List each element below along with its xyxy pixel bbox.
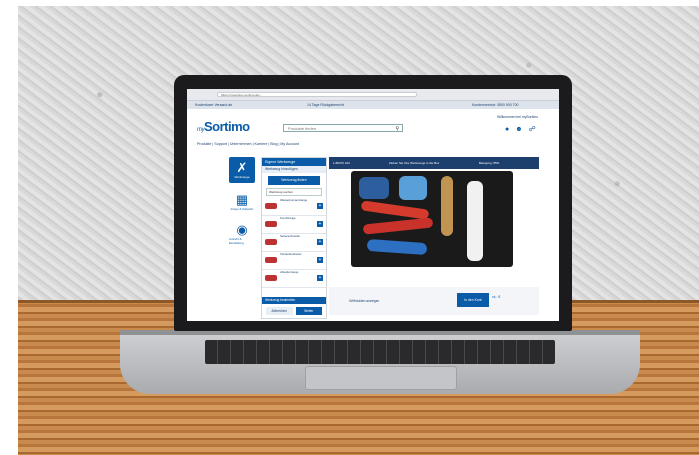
- laptop-trackpad: [305, 366, 457, 390]
- tool-label: Abisolierzange: [280, 270, 299, 274]
- topbar-right: Kundenservice: 0800 900 700: [472, 103, 519, 107]
- list-item[interactable]: Schraubendreher +: [262, 252, 326, 270]
- laptop-screen: https://mysortimo.sortimo.de/... Kostenl…: [187, 89, 559, 321]
- tool-case[interactable]: [359, 177, 389, 199]
- sidebar-item-inlays[interactable]: ▦ Inlays & Zubehör: [229, 189, 255, 215]
- workarea-hint: Ziehen Sie Ihre Werkzeuge in die Box: [389, 161, 440, 165]
- workarea-header: L-BOXX 102 Ziehen Sie Ihre Werkzeuge in …: [329, 157, 539, 169]
- find-tool-button[interactable]: Werkzeug finden: [268, 176, 320, 185]
- add-icon[interactable]: +: [317, 239, 323, 245]
- add-icon[interactable]: +: [317, 203, 323, 209]
- tool-search-dropdown[interactable]: Werkzeug suchen: [266, 188, 322, 196]
- next-button[interactable]: Weiter: [295, 307, 322, 315]
- tool-thumbnail: [265, 203, 277, 209]
- workarea-title: L-BOXX 102: [333, 161, 350, 165]
- panel-footer[interactable]: Werkzeug bearbeiten: [262, 297, 326, 304]
- topbar-left: Kostenloser Versand ab: [195, 103, 233, 107]
- tool-panel: Eigene Werkzeuge Werkzeug hinzufügen Wer…: [261, 157, 327, 319]
- tool-thumbnail: [265, 257, 277, 263]
- list-item[interactable]: Abisolierzange +: [262, 270, 326, 288]
- topbar-middle: 14 Tage Rückgaberecht: [307, 103, 344, 107]
- user-icon[interactable]: ☻: [515, 126, 528, 133]
- workarea-info: Belegung: 85%: [479, 161, 500, 165]
- tool-pliers-1[interactable]: [360, 200, 430, 220]
- logo[interactable]: mySortimo: [197, 119, 250, 134]
- logo-text: Sortimo: [204, 119, 250, 134]
- sidebar-item-tools[interactable]: ✗ Werkzeuge: [229, 157, 255, 183]
- laptop-keyboard: [205, 340, 555, 364]
- cart-icon[interactable]: ☍: [529, 126, 542, 133]
- tool-label: Schraubendreher: [280, 252, 302, 256]
- tool-sortimo-bar[interactable]: [467, 181, 483, 261]
- add-icon[interactable]: +: [317, 275, 323, 281]
- panel-buttons: Abbrechen Weiter: [266, 307, 322, 315]
- option-label[interactable]: Griffmulden anzeigen: [349, 299, 379, 303]
- price-label: xx,- €: [492, 295, 501, 299]
- search-placeholder: Produkte finden: [288, 126, 317, 131]
- browser-chrome: https://mysortimo.sortimo.de/...: [187, 89, 559, 101]
- list-item[interactable]: Wasserpumpenzange +: [262, 198, 326, 216]
- add-icon[interactable]: +: [317, 221, 323, 227]
- bottom-bar: Griffmulden anzeigen: [329, 287, 539, 315]
- main-nav[interactable]: Produkte | Support | Unternehmen | Karri…: [197, 142, 299, 146]
- sidebar-item-label: Inlays & Zubehör: [230, 207, 254, 211]
- eye-icon: ◉: [236, 222, 248, 237]
- tool-thumbnail: [265, 221, 277, 227]
- panel-subheader: Werkzeug hinzufügen: [262, 166, 326, 173]
- tool-pliers-2[interactable]: [362, 217, 434, 235]
- location-icon[interactable]: ●: [505, 126, 515, 133]
- list-item[interactable]: Kombizange +: [262, 216, 326, 234]
- sidebar-item-label: Werkzeuge: [234, 175, 250, 179]
- add-to-cart-button[interactable]: In den Korb: [457, 293, 489, 307]
- boxes-icon: ▦: [235, 192, 249, 207]
- top-info-bar: Kostenloser Versand ab 14 Tage Rückgaber…: [187, 101, 559, 109]
- logo-prefix: my: [197, 127, 205, 133]
- sidebar-item-label: Ansicht & Einstellung: [229, 237, 244, 245]
- sidebar: ✗ Werkzeuge ▦ Inlays & Zubehör ◉ Ansicht…: [229, 157, 255, 253]
- photo-scene: https://mysortimo.sortimo.de/... Kostenl…: [0, 0, 699, 455]
- tool-thumbnail: [265, 275, 277, 281]
- list-item[interactable]: Seitenschneider +: [262, 234, 326, 252]
- tool-tray[interactable]: [351, 171, 513, 267]
- account-links[interactable]: Willkommen bei mySortimo: [497, 115, 538, 119]
- header-icons: ●☻☍: [505, 125, 542, 133]
- panel-header: Eigene Werkzeuge: [262, 158, 326, 166]
- add-icon[interactable]: +: [317, 257, 323, 263]
- tools-icon: ✗: [236, 160, 248, 175]
- tool-label: Wasserpumpenzange: [280, 198, 308, 202]
- tool-screwdriver-set[interactable]: [399, 176, 427, 200]
- tool-water-pump-pliers[interactable]: [366, 238, 428, 256]
- sidebar-item-view[interactable]: ◉ Ansicht & Einstellung: [229, 221, 255, 247]
- url-bar[interactable]: https://mysortimo.sortimo.de/...: [217, 92, 417, 97]
- tool-thumbnail: [265, 239, 277, 245]
- tool-ruler[interactable]: [441, 176, 453, 236]
- tool-label: Kombizange: [280, 216, 296, 220]
- search-icon[interactable]: ⚲: [395, 125, 399, 133]
- cancel-button[interactable]: Abbrechen: [266, 307, 293, 315]
- tool-label: Seitenschneider: [280, 234, 301, 238]
- search-input[interactable]: Produkte finden ⚲: [283, 124, 403, 132]
